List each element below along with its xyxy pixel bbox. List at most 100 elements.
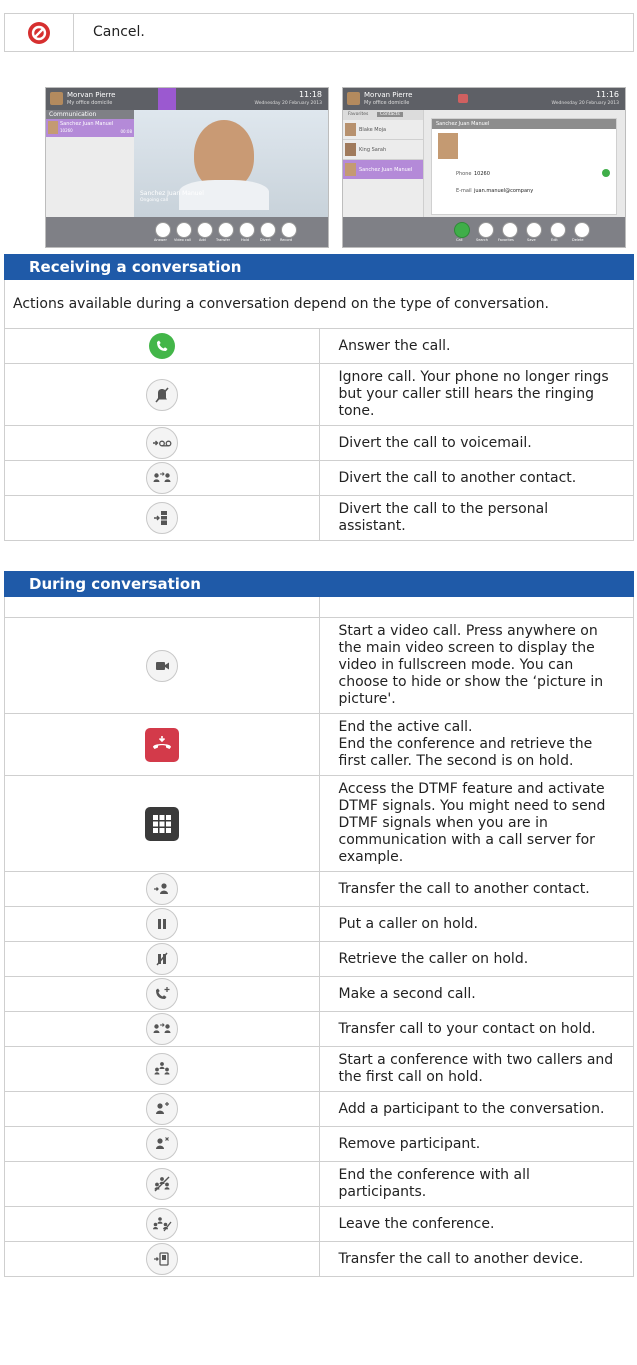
divert-voicemail-icon: [145, 427, 178, 459]
during-row-text: Retrieve the caller on hold.: [318, 941, 634, 977]
divert-button[interactable]: [260, 222, 276, 238]
end-conference-line: End the conference and retrieve the firs…: [338, 736, 593, 769]
tab-favorites[interactable]: Favorites: [348, 112, 368, 117]
clock: 11:18: [298, 90, 322, 99]
divert-contact-icon: [145, 462, 178, 494]
ignore-call-icon: [145, 378, 178, 411]
delete-button[interactable]: [574, 222, 590, 238]
transfer-label: Transfer: [216, 238, 231, 242]
answer-call-icon: [148, 332, 176, 360]
second-call-icon: [145, 978, 178, 1010]
contact-name: Sanchez Juan Manuel: [359, 167, 413, 173]
during-row-text: Start a conference with two callers and …: [318, 1046, 634, 1092]
add-participant-icon: [145, 1093, 178, 1125]
contact-name: Sanchez Juan Manuel: [60, 121, 114, 127]
edit-button[interactable]: [550, 222, 566, 238]
delete-label: Delete: [572, 238, 584, 242]
cancel-icon: [27, 21, 51, 45]
sidebar-header: Communication: [46, 110, 134, 119]
detail-name: Sanchez Juan Manuel: [436, 121, 490, 127]
favorites-button[interactable]: [502, 222, 518, 238]
during-row-text: Remove participant.: [318, 1126, 634, 1162]
video-call-icon: [145, 649, 178, 682]
contact-avatar: [345, 123, 356, 136]
user-name: Morvan Pierre: [364, 91, 413, 99]
sidebar-title: Communication: [49, 111, 97, 118]
during-row-text: Transfer the call to another device.: [318, 1241, 634, 1277]
email-value: juan.manuel@company: [474, 188, 534, 194]
search-label: Search: [476, 238, 489, 242]
save-label: Save: [527, 238, 536, 242]
transfer-button[interactable]: [218, 222, 234, 238]
add-label: Add: [199, 238, 206, 242]
contact-name: Blake Moja: [359, 127, 387, 133]
call-contact-icon[interactable]: [602, 169, 610, 177]
transfer-contact-icon: [145, 873, 178, 905]
receiving-table: Receiving a conversation Actions availab…: [4, 254, 634, 541]
during-row-text: Transfer the call to another contact.: [318, 871, 634, 907]
date: Wednesday 20 February 2013: [254, 101, 322, 106]
contact-avatar: [345, 143, 356, 156]
during-row-text: Make a second call.: [318, 976, 634, 1012]
contact-item[interactable]: King Sarah: [343, 140, 423, 160]
contact-sidebar: Favorites Contacts Blake Moja King Sarah…: [343, 110, 424, 217]
save-button[interactable]: [526, 222, 542, 238]
during-table: During conversation Start a video call. …: [4, 571, 634, 1277]
receiving-row-text: Ignore call. Your phone no longer rings …: [318, 363, 634, 426]
call-duration: 00:08: [120, 129, 132, 134]
detail-header: Sanchez Juan Manuel: [432, 119, 616, 129]
receiving-row-text: Answer the call.: [318, 328, 634, 364]
record-button[interactable]: [281, 222, 297, 238]
sidebar: Communication Sanchez Juan Manuel 10260 …: [46, 110, 135, 217]
end-conference-icon: [145, 1168, 178, 1200]
divert-assistant-icon: [145, 502, 178, 534]
during-row-text: End the active call. End the conference a…: [318, 713, 634, 776]
during-row-text: Leave the conference.: [318, 1206, 634, 1242]
contact-item-selected[interactable]: Sanchez Juan Manuel: [343, 160, 423, 179]
search-button[interactable]: [478, 222, 494, 238]
contact-item[interactable]: Blake Moja: [343, 120, 423, 140]
add-button[interactable]: [197, 222, 213, 238]
video-call-screenshot: Morvan Pierre My office domicile 11:18 W…: [45, 87, 329, 248]
receiving-row-text: Divert the call to another contact.: [318, 460, 634, 496]
user-status: My office domicile: [67, 100, 113, 106]
during-row-text: Add a participant to the conversation.: [318, 1091, 634, 1127]
caller-status: Ongoing call: [140, 198, 169, 203]
notification-icon: [458, 94, 468, 103]
contact-detail: Sanchez Juan Manuel Phone 10260 E-mail j…: [431, 118, 617, 215]
video-area[interactable]: Sanchez Juan Manuel Ongoing call: [134, 110, 328, 217]
tab-contacts[interactable]: Contacts: [377, 112, 403, 117]
divert-label: Divert: [260, 238, 271, 242]
top-bar: Morvan Pierre My office domicile 11:18 W…: [46, 88, 328, 110]
tab-strip: Favorites Contacts: [343, 110, 423, 120]
during-row-text: Access the DTMF feature and activate DTM…: [318, 775, 634, 872]
top-bar: Morvan Pierre My office domicile 11:16 W…: [343, 88, 625, 110]
contact-screenshot: Morvan Pierre My office domicile 11:16 W…: [342, 87, 626, 248]
leave-conference-icon: [145, 1208, 178, 1240]
remove-participant-icon: [145, 1128, 178, 1160]
during-row-text: Transfer call to your contact on hold.: [318, 1011, 634, 1047]
answer-label: Answer: [154, 238, 167, 242]
email-label: E-mail: [456, 188, 472, 194]
call-label: Call: [456, 238, 463, 242]
cancel-table: Cancel.: [4, 13, 634, 52]
detail-photo: [438, 133, 458, 159]
favorites-label: Favorites: [498, 238, 514, 242]
cancel-icon-cell: [4, 13, 74, 52]
section-header-receiving: Receiving a conversation: [4, 254, 634, 280]
action-bar: Answer Video call Add Transfer Hold Dive…: [46, 217, 328, 247]
user-avatar: [347, 92, 360, 105]
contact-number: 10260: [60, 128, 73, 133]
active-call-item[interactable]: Sanchez Juan Manuel 10260 00:08: [46, 119, 134, 137]
call-button[interactable]: [454, 222, 470, 238]
clock: 11:16: [595, 90, 619, 99]
section-header-during: During conversation: [4, 571, 634, 597]
answer-button[interactable]: [155, 222, 171, 238]
user-avatar: [50, 92, 63, 105]
hold-button[interactable]: [239, 222, 255, 238]
blank-cell: [4, 596, 320, 618]
date: Wednesday 20 February 2013: [551, 101, 619, 106]
during-row-text: End the conference with all participants…: [318, 1161, 634, 1207]
user-status: My office domicile: [364, 100, 410, 106]
video-call-button[interactable]: [176, 222, 192, 238]
